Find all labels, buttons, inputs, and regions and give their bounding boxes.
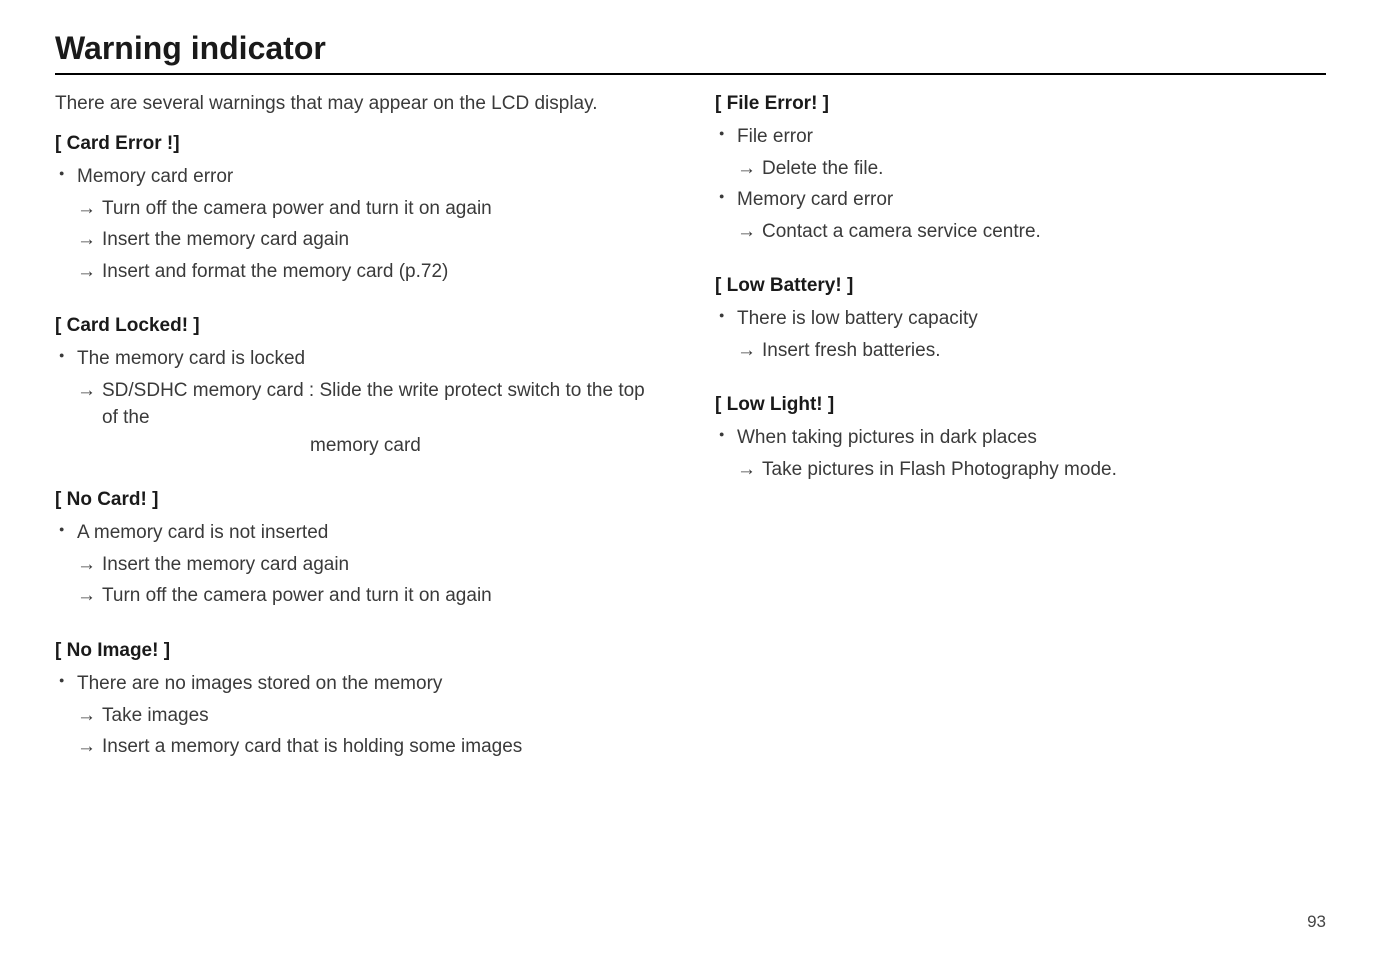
bullet-text: There are no images stored on the memory [77,673,442,694]
bullet-list: When taking pictures in dark places →Tak… [715,424,1325,483]
arrow-icon: → [77,551,96,579]
section-head: [ Low Light! ] [715,394,1325,416]
bullet-list: Memory card error →Turn off the camera p… [55,163,665,285]
solution-text: Insert fresh batteries. [762,337,940,365]
page-title: Warning indicator [55,30,1326,67]
section-no-image: [ No Image! ] There are no images stored… [55,640,665,761]
arrow-icon: → [737,456,756,484]
section-head: [ No Card! ] [55,489,665,511]
solution-text-line2: memory card [310,432,665,460]
section-card-error: [ Card Error !] Memory card error →Turn … [55,133,665,285]
section-head: [ Low Battery! ] [715,275,1325,297]
arrow-icon: → [77,226,96,254]
solution-line: →Insert and format the memory card (p.72… [77,258,665,286]
arrow-icon: → [77,377,96,405]
list-item: Memory card error →Contact a camera serv… [715,186,1325,245]
solution-line: →Insert fresh batteries. [737,337,1325,365]
list-item: Memory card error →Turn off the camera p… [55,163,665,285]
solution-text: Insert the memory card again [102,551,349,579]
bullet-text: When taking pictures in dark places [737,427,1037,448]
solution-line: →Turn off the camera power and turn it o… [77,195,665,223]
section-head: [ No Image! ] [55,640,665,662]
solution-text: Delete the file. [762,155,883,183]
solution-line: → SD/SDHC memory card : Slide the write … [77,377,665,460]
section-low-light: [ Low Light! ] When taking pictures in d… [715,394,1325,483]
list-item: A memory card is not inserted →Insert th… [55,519,665,610]
solution-line: →Insert a memory card that is holding so… [77,733,665,761]
bullet-text: The memory card is locked [77,348,305,369]
arrow-icon: → [77,733,96,761]
bullet-list: There is low battery capacity →Insert fr… [715,305,1325,364]
right-column: [ File Error! ] File error →Delete the f… [715,93,1325,791]
page-number: 93 [1307,912,1326,932]
bullet-text: File error [737,126,813,147]
arrow-icon: → [77,702,96,730]
solution-line: →Insert the memory card again [77,551,665,579]
solution-text: Turn off the camera power and turn it on… [102,582,492,610]
solution-text: Take pictures in Flash Photography mode. [762,456,1117,484]
list-item: When taking pictures in dark places →Tak… [715,424,1325,483]
title-rule [55,73,1326,75]
list-item: File error →Delete the file. [715,123,1325,182]
arrow-icon: → [737,337,756,365]
solution-text-line1: SD/SDHC memory card : Slide the write pr… [102,380,645,429]
arrow-icon: → [77,195,96,223]
solution-text: Turn off the camera power and turn it on… [102,195,492,223]
solution-line: →Contact a camera service centre. [737,218,1325,246]
bullet-text: A memory card is not inserted [77,522,328,543]
bullet-text: Memory card error [77,166,233,187]
section-head: [ Card Error !] [55,133,665,155]
arrow-icon: → [737,155,756,183]
bullet-list: There are no images stored on the memory… [55,670,665,761]
bullet-text: There is low battery capacity [737,308,978,329]
solution-text: Insert a memory card that is holding som… [102,733,522,761]
solution-line: →Insert the memory card again [77,226,665,254]
solution-text: Take images [102,702,209,730]
bullet-list: The memory card is locked → SD/SDHC memo… [55,345,665,459]
solution-text: Contact a camera service centre. [762,218,1041,246]
solution-line: →Turn off the camera power and turn it o… [77,582,665,610]
section-head: [ File Error! ] [715,93,1325,115]
section-no-card: [ No Card! ] A memory card is not insert… [55,489,665,610]
solution-line: →Take pictures in Flash Photography mode… [737,456,1325,484]
section-file-error: [ File Error! ] File error →Delete the f… [715,93,1325,245]
left-column: There are several warnings that may appe… [55,93,665,791]
bullet-list: A memory card is not inserted →Insert th… [55,519,665,610]
arrow-icon: → [77,582,96,610]
solution-line: →Delete the file. [737,155,1325,183]
content-columns: There are several warnings that may appe… [55,93,1326,791]
list-item: There is low battery capacity →Insert fr… [715,305,1325,364]
intro-text: There are several warnings that may appe… [55,93,665,115]
solution-text: Insert and format the memory card (p.72) [102,258,448,286]
solution-text: SD/SDHC memory card : Slide the write pr… [102,377,665,460]
section-low-battery: [ Low Battery! ] There is low battery ca… [715,275,1325,364]
bullet-list: File error →Delete the file. Memory card… [715,123,1325,245]
section-card-locked: [ Card Locked! ] The memory card is lock… [55,315,665,459]
solution-line: →Take images [77,702,665,730]
list-item: There are no images stored on the memory… [55,670,665,761]
bullet-text: Memory card error [737,189,893,210]
arrow-icon: → [77,258,96,286]
solution-text: Insert the memory card again [102,226,349,254]
section-head: [ Card Locked! ] [55,315,665,337]
list-item: The memory card is locked → SD/SDHC memo… [55,345,665,459]
arrow-icon: → [737,218,756,246]
